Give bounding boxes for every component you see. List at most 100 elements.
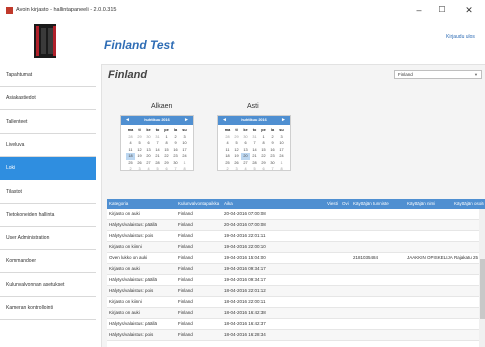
- table-cell: Hälytys/valaistus: pois: [109, 288, 154, 293]
- vertical-scrollbar[interactable]: [479, 209, 485, 347]
- location-select[interactable]: Finland ▼: [394, 70, 482, 79]
- sidebar-item[interactable]: Tallenteet: [0, 111, 96, 134]
- table-row[interactable]: Hälytys/valaistus: pois Finland 18-04-2016…: [107, 286, 485, 297]
- calendar-day[interactable]: 7: [268, 166, 277, 173]
- calendar-month: huhtikuu 2016: [241, 118, 267, 122]
- table-cell: [353, 209, 405, 219]
- table-row[interactable]: Kirjasto on auki Finland 18-04-2016 16:42:…: [107, 308, 485, 319]
- title-bar: Avoin kirjasto - hallintapaneeli - 2.0.0…: [0, 0, 485, 22]
- sidebar-item[interactable]: User Administration: [0, 227, 96, 251]
- table-cell: [353, 286, 405, 296]
- table-cell: [342, 253, 352, 263]
- calendar-day[interactable]: 2: [126, 166, 135, 173]
- calendar-day[interactable]: 7: [171, 166, 180, 173]
- table-cell: [353, 330, 405, 340]
- table-cell: Finland: [178, 233, 193, 238]
- calendar-day[interactable]: 3: [135, 166, 144, 173]
- calendar-day[interactable]: 6: [259, 166, 268, 173]
- table-cell: [342, 308, 352, 318]
- table-cell: [353, 275, 405, 285]
- column-header[interactable]: Käyttäjän tunniste: [353, 199, 405, 209]
- table-cell: [342, 220, 352, 230]
- scroll-thumb[interactable]: [480, 259, 485, 319]
- table-cell: [407, 297, 453, 307]
- calendar-day[interactable]: 5: [153, 166, 162, 173]
- minimize-button[interactable]: –: [408, 3, 430, 17]
- table-row[interactable]: Kirjasto on auki Finland 19-04-2016 09:34:…: [107, 264, 485, 275]
- calendar-day[interactable]: 6: [162, 166, 171, 173]
- sidebar-item[interactable]: Kommandoer: [0, 250, 96, 274]
- table-cell: [327, 286, 341, 296]
- table-row[interactable]: Hälytys/valaistus: pois Finland 18-04-2016…: [107, 330, 485, 341]
- table-row[interactable]: Hälytys/valaistus: pois Finland 19-04-2016…: [107, 231, 485, 242]
- sidebar-item[interactable]: Kulunvalvonnan asetukset: [0, 274, 96, 297]
- next-month-icon[interactable]: ►: [281, 117, 286, 123]
- sidebar-item[interactable]: Kameran kontrollointi: [0, 297, 96, 320]
- table-cell: 18-04-2016 22:00:11: [224, 299, 266, 304]
- table-row[interactable]: Kirjasto on kiinni Finland 18-04-2016 22:0…: [107, 297, 485, 308]
- table-cell: [407, 319, 453, 329]
- calendar-day[interactable]: 3: [232, 166, 241, 173]
- table-cell: [407, 308, 453, 318]
- table-cell: [327, 242, 341, 252]
- app-icon: [6, 7, 13, 14]
- log-table: Kategoria Kulunvalvontapaikka Aika Viesti Ov…: [107, 199, 485, 347]
- table-cell: [353, 231, 405, 241]
- table-cell: Hälytys/valaistus: päällä: [109, 277, 158, 282]
- calendar-day[interactable]: 4: [144, 166, 153, 173]
- table-cell: Hälytys/valaistus: pois: [109, 332, 154, 337]
- table-cell: Finland: [178, 310, 193, 315]
- start-calendar[interactable]: ◄ huhtikuu 2016 ► ma ti ke to pe la su 28 29 30 31 1 2 3…: [120, 115, 194, 171]
- table-cell: Hälytys/valaistus: pois: [109, 233, 154, 238]
- table-cell: Finland: [178, 321, 193, 326]
- table-cell: 20-04-2016 07:00:08: [224, 211, 266, 216]
- table-cell: Hälytys/valaistus: päällä: [109, 222, 158, 227]
- calendar-day[interactable]: 2: [223, 166, 232, 173]
- table-cell: [407, 242, 453, 252]
- calendar-day[interactable]: 5: [250, 166, 259, 173]
- table-row[interactable]: Oven lukko on auki Finland 19-04-2016 15:0…: [107, 253, 485, 264]
- calendar-header: ◄ huhtikuu 2016 ►: [121, 116, 193, 125]
- next-month-icon[interactable]: ►: [184, 117, 189, 123]
- end-date-label: Asti: [247, 103, 259, 110]
- calendar-grid: ma ti ke to pe la su 28 29 30 31 1 2 3 4 5 6 7 8 9 10 11 12 13 1…: [223, 127, 287, 173]
- table-cell: JAAKKIN OPISKELIJA: [407, 255, 453, 260]
- table-cell: [407, 264, 453, 274]
- sidebar-item[interactable]: Tilastot: [0, 181, 96, 204]
- table-row[interactable]: Kirjasto on auki Finland 20-04-2016 07:00:…: [107, 209, 485, 220]
- sidebar-item[interactable]: Tietokoneiden hallinta: [0, 204, 96, 227]
- table-row[interactable]: Hälytys/valaistus: päällä Finland 20-04-20…: [107, 220, 485, 231]
- table-cell: 19-04-2016 09:34:17: [224, 266, 266, 271]
- sidebar-item[interactable]: Tapahtumat: [0, 64, 96, 87]
- table-cell: [342, 264, 352, 274]
- table-cell: [327, 209, 341, 219]
- column-header[interactable]: Kategoria: [109, 199, 177, 209]
- table-row[interactable]: Kirjasto on kiinni Finland 19-04-2016 22:0…: [107, 242, 485, 253]
- sidebar-item[interactable]: Asiakastiedot: [0, 87, 96, 111]
- column-header[interactable]: Kulunvalvontapaikka: [178, 199, 223, 209]
- table-cell: [327, 308, 341, 318]
- table-cell: [327, 330, 341, 340]
- column-header[interactable]: Aika: [224, 199, 324, 209]
- close-button[interactable]: ✕: [458, 3, 480, 17]
- chevron-down-icon: ▼: [474, 72, 478, 77]
- calendar-header: ◄ huhtikuu 2016 ►: [218, 116, 290, 125]
- maximize-button[interactable]: ☐: [431, 3, 453, 17]
- app-window: Avoin kirjasto - hallintapaneeli - 2.0.0…: [0, 0, 485, 347]
- calendar-day[interactable]: 8: [180, 166, 189, 173]
- main-panel: Finland Finland ▼ Alkaen Asti ◄ huhtikuu …: [101, 64, 485, 347]
- table-cell: [353, 297, 405, 307]
- sidebar-item[interactable]: Liveluvа: [0, 134, 96, 157]
- column-header[interactable]: Ovi: [342, 199, 352, 209]
- end-calendar[interactable]: ◄ huhtikuu 2016 ► ma ti ke to pe la su 28 29 30 31 1 2 3…: [217, 115, 291, 171]
- column-header[interactable]: Käyttäjän nimi: [407, 199, 453, 209]
- calendar-day[interactable]: 4: [241, 166, 250, 173]
- table-cell: 18-04-2016 22:01:12: [224, 288, 266, 293]
- sidebar-item[interactable]: Loki: [0, 157, 96, 181]
- column-header[interactable]: Viesti: [327, 199, 341, 209]
- table-row[interactable]: Hälytys/valaistus: päällä Finland 18-04-20…: [107, 319, 485, 330]
- column-header[interactable]: Käyttäjän osoite: [454, 199, 484, 209]
- calendar-day[interactable]: 8: [277, 166, 286, 173]
- table-row[interactable]: Hälytys/valaistus: päällä Finland 19-04-20…: [107, 275, 485, 286]
- logout-link[interactable]: Kirjaudu ulos: [446, 34, 475, 40]
